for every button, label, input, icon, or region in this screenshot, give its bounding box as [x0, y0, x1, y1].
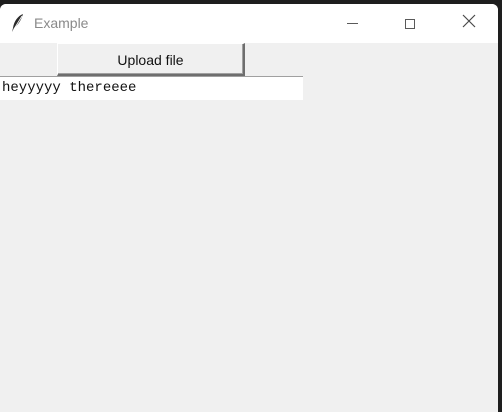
minimize-icon: [346, 23, 358, 24]
maximize-icon: [405, 18, 415, 29]
close-icon: [462, 14, 476, 33]
minimize-button[interactable]: [323, 4, 381, 43]
feather-icon: [10, 13, 26, 33]
title-bar[interactable]: Example: [0, 4, 498, 43]
app-window: Example Upload file heyyyyy thereeee: [0, 4, 498, 412]
close-button[interactable]: [440, 4, 498, 43]
window-title: Example: [34, 15, 89, 31]
upload-file-button[interactable]: Upload file: [57, 43, 245, 76]
text-entry[interactable]: heyyyyy thereeee: [0, 76, 303, 100]
maximize-button[interactable]: [381, 4, 439, 43]
background-strip: [498, 0, 502, 412]
